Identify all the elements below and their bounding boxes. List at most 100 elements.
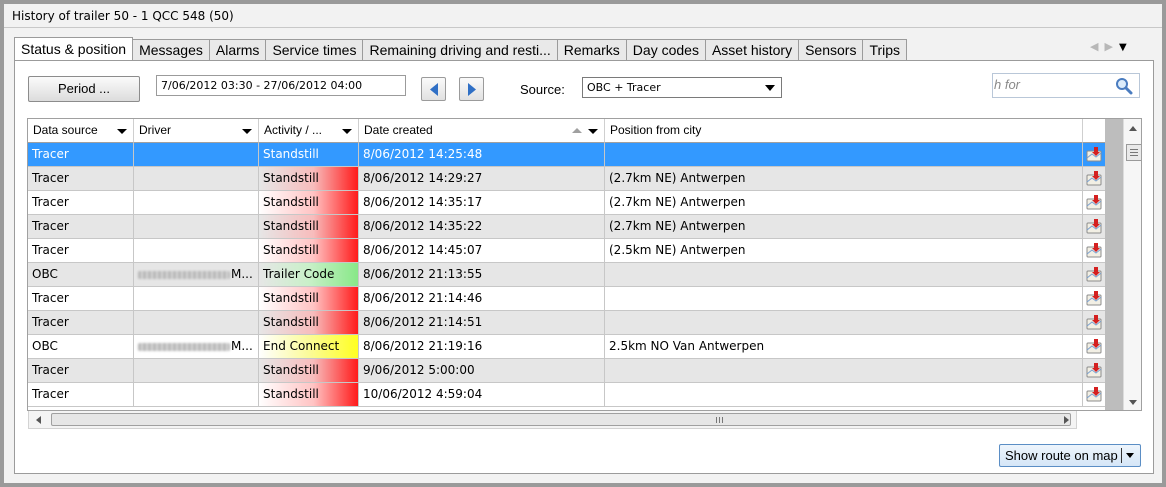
source-label: Source: (520, 82, 565, 97)
column-header-map (1083, 119, 1105, 143)
table-row[interactable]: Tracer Standstill 10/06/2012 4:59:04 (28, 383, 1105, 407)
cell-map[interactable] (1083, 287, 1105, 310)
title-bar: History of trailer 50 - 1 QCC 548 (50) (4, 4, 1162, 28)
table-row[interactable]: Tracer Standstill 8/06/2012 14:35:17 (2.7km… (28, 191, 1105, 215)
tab-service-times[interactable]: Service times (266, 39, 364, 60)
cell-map[interactable] (1083, 215, 1105, 238)
cell-position (605, 143, 1083, 166)
vertical-scrollbar[interactable] (1123, 119, 1141, 410)
tab-asset-history[interactable]: Asset history (705, 39, 800, 60)
map-pin-icon[interactable] (1086, 266, 1102, 286)
cell-date-created: 8/06/2012 14:35:22 (359, 215, 605, 238)
tab-day-codes[interactable]: Day codes (626, 39, 706, 60)
column-header-driver[interactable]: Driver (134, 119, 259, 143)
grid-side-pane (1105, 119, 1123, 410)
cell-map[interactable] (1083, 239, 1105, 262)
show-route-on-map-button[interactable]: Show route on map (999, 444, 1141, 467)
map-pin-icon[interactable] (1086, 290, 1102, 310)
filter-dropdown-icon[interactable] (242, 129, 252, 134)
scroll-up-icon[interactable] (1129, 126, 1137, 131)
horizontal-scrollbar[interactable] (28, 411, 1077, 429)
cell-activity: Trailer Code (259, 263, 359, 286)
table-row[interactable]: OBC M... End Connect 8/06/2012 21:19:16 2.5k… (28, 335, 1105, 359)
tab-remarks[interactable]: Remarks (557, 39, 627, 60)
table-row[interactable]: Tracer Standstill 8/06/2012 14:35:22 (2.7km… (28, 215, 1105, 239)
table-row[interactable]: Tracer Standstill 8/06/2012 14:45:07 (2.5km… (28, 239, 1105, 263)
table-row[interactable]: Tracer Standstill 8/06/2012 21:14:51 (28, 311, 1105, 335)
redacted-driver-name (138, 342, 230, 351)
map-pin-icon[interactable] (1086, 386, 1102, 406)
column-header-label: Date created (364, 123, 433, 137)
column-header-data-source[interactable]: Data source (28, 119, 134, 143)
vertical-scroll-thumb[interactable] (1126, 144, 1141, 161)
redacted-driver-name (138, 270, 230, 279)
tab-trips[interactable]: Trips (863, 39, 908, 60)
tab-status-position[interactable]: Status & position (14, 37, 134, 60)
arrow-right-icon (468, 83, 476, 96)
cell-map[interactable] (1083, 335, 1105, 358)
cell-map[interactable] (1083, 191, 1105, 214)
search-input[interactable]: h for (992, 73, 1140, 98)
search-icon[interactable] (1115, 77, 1133, 95)
filter-dropdown-icon[interactable] (588, 129, 598, 134)
scroll-down-icon[interactable] (1129, 400, 1137, 405)
filter-dropdown-icon[interactable] (117, 129, 127, 134)
cell-position (605, 359, 1083, 382)
table-row[interactable]: OBC M... Trailer Code 8/06/2012 21:13:55 (28, 263, 1105, 287)
map-pin-icon[interactable] (1086, 242, 1102, 262)
cell-activity: Standstill (259, 215, 359, 238)
table-row[interactable]: Tracer Standstill 9/06/2012 5:00:00 (28, 359, 1105, 383)
map-pin-icon[interactable] (1086, 362, 1102, 382)
cell-map[interactable] (1083, 359, 1105, 382)
tab-scroll-right-icon[interactable]: ▶ (1104, 40, 1118, 53)
tab-remaining-driving[interactable]: Remaining driving and resti... (363, 39, 558, 60)
tab-scroll-left-icon[interactable]: ◀ (1090, 40, 1104, 53)
history-grid: Data source Driver Activity / ... Date c… (27, 118, 1142, 411)
table-row[interactable]: Tracer Standstill 8/06/2012 21:14:46 (28, 287, 1105, 311)
column-header-position[interactable]: Position from city (605, 119, 1083, 143)
cell-date-created: 8/06/2012 21:13:55 (359, 263, 605, 286)
tab-sensors[interactable]: Sensors (799, 39, 864, 60)
map-pin-icon[interactable] (1086, 314, 1102, 334)
cell-data-source: Tracer (28, 167, 134, 190)
date-range-field[interactable]: 7/06/2012 03:30 - 27/06/2012 04:00 (156, 75, 406, 96)
cell-date-created: 8/06/2012 14:29:27 (359, 167, 605, 190)
cell-map[interactable] (1083, 311, 1105, 334)
map-pin-icon[interactable] (1086, 170, 1102, 190)
tab-list-dropdown-icon[interactable]: ▼ (1119, 42, 1133, 53)
cell-map[interactable] (1083, 263, 1105, 286)
scroll-left-icon[interactable] (36, 416, 41, 424)
cell-activity: Standstill (259, 191, 359, 214)
column-header-date-created[interactable]: Date created (359, 119, 605, 143)
map-pin-icon[interactable] (1086, 146, 1102, 166)
tab-alarms[interactable]: Alarms (209, 39, 267, 60)
map-pin-icon[interactable] (1086, 338, 1102, 358)
map-pin-icon[interactable] (1086, 218, 1102, 238)
sort-ascending-icon (572, 128, 582, 133)
cell-map[interactable] (1083, 383, 1105, 406)
tab-messages[interactable]: Messages (133, 39, 210, 60)
cell-map[interactable] (1083, 143, 1105, 166)
scroll-right-icon[interactable] (1064, 416, 1069, 424)
cell-driver (134, 383, 259, 406)
chevron-down-icon[interactable] (1126, 453, 1134, 458)
previous-period-button[interactable] (421, 77, 446, 101)
column-header-label: Position from city (610, 123, 702, 137)
table-row[interactable]: Tracer Standstill 8/06/2012 14:29:27 (2.7km… (28, 167, 1105, 191)
column-header-label: Activity / ... (264, 123, 323, 137)
column-header-activity[interactable]: Activity / ... (259, 119, 359, 143)
cell-data-source: Tracer (28, 191, 134, 214)
cell-position: (2.7km NE) Antwerpen (605, 167, 1083, 190)
source-select[interactable]: OBC + Tracer (582, 77, 782, 98)
next-period-button[interactable] (459, 77, 484, 101)
cell-map[interactable] (1083, 167, 1105, 190)
cell-data-source: Tracer (28, 215, 134, 238)
cell-date-created: 8/06/2012 14:25:48 (359, 143, 605, 166)
horizontal-scroll-thumb[interactable] (51, 413, 1071, 426)
cell-position: (2.7km NE) Antwerpen (605, 191, 1083, 214)
filter-dropdown-icon[interactable] (342, 129, 352, 134)
period-button[interactable]: Period ... (28, 76, 140, 102)
map-pin-icon[interactable] (1086, 194, 1102, 214)
table-row[interactable]: Tracer Standstill 8/06/2012 14:25:48 (28, 143, 1105, 167)
cell-driver: M... (134, 335, 259, 358)
